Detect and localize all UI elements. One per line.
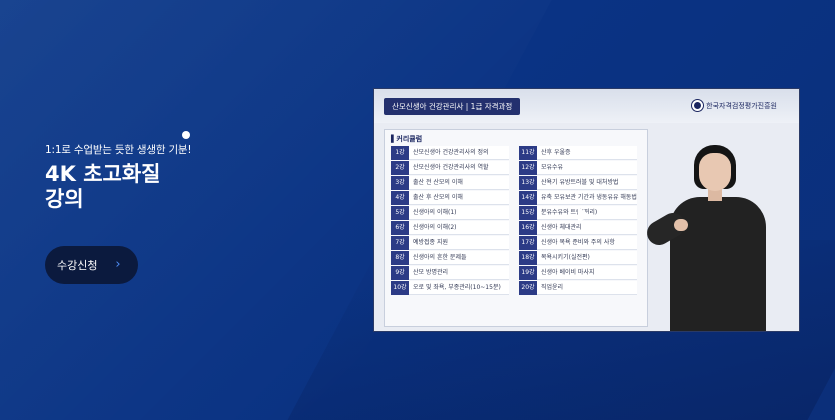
curriculum-row: 8강 신생아의 흔한 문제들 (391, 251, 509, 266)
lesson-title: 신생아 목욕 준비와 주의 사항 (537, 236, 637, 250)
lesson-title: 산모신생아 건강관리사의 역할 (409, 161, 509, 175)
lesson-title: 신생아 체대관리 (537, 221, 637, 235)
lesson-number: 10강 (391, 281, 409, 295)
organization-name: 한국자격검정평가진흥원 (706, 101, 777, 110)
hero-headline: 4K 초고화질 강의 (45, 162, 160, 212)
curriculum-row: 7강 예방접종 지원 (391, 236, 509, 251)
lesson-number: 5강 (391, 206, 409, 220)
lesson-number: 15강 (519, 206, 537, 220)
lecture-video[interactable]: 산모신생아 건강관리사 | 1급 자격과정 한국자격검정평가진흥원 ▌커리큘럼 … (373, 88, 800, 332)
lesson-title: 유축 모유보관 기간과 냉동유유 해동법 (537, 191, 637, 205)
curriculum-row: 6강 신생아의 이해(2) (391, 221, 509, 236)
lesson-number: 6강 (391, 221, 409, 235)
course-badge: 산모신생아 건강관리사 | 1급 자격과정 (384, 98, 521, 115)
lesson-number: 12강 (519, 161, 537, 175)
curriculum-row: 9강 산모 방명관리 (391, 266, 509, 281)
curriculum-row: 13강 산욕기 유방트러블 및 대처방법 (519, 176, 637, 191)
curriculum-row: 4강 출산 후 산모의 이해 (391, 191, 509, 206)
lesson-number: 11강 (519, 146, 537, 160)
hero-headline-line2: 강의 (45, 187, 84, 211)
curriculum-row: 19강 신생아 베이비 마사지 (519, 266, 637, 281)
lesson-title: 출산 전 산모의 이해 (409, 176, 509, 190)
hero-headline-line1: 4K 초고화질 (45, 162, 161, 186)
lesson-number: 9강 (391, 266, 409, 280)
lesson-title: 산모 방명관리 (409, 266, 509, 280)
decorative-dot (182, 131, 190, 139)
lesson-number: 1강 (391, 146, 409, 160)
curriculum-row: 10강 오로 및 좌욕, 부종관리(10~15분) (391, 281, 509, 296)
lesson-number: 20강 (519, 281, 537, 295)
curriculum-row: 12강 모유수유 (519, 161, 637, 176)
lesson-number: 13강 (519, 176, 537, 190)
play-icon[interactable] (578, 207, 590, 223)
lesson-title: 신생아의 이해(2) (409, 221, 509, 235)
curriculum-panel: ▌커리큘럼 1강 산모신생아 건강관리사의 정의 2강 산모신생아 건강관리사의 역할… (384, 129, 648, 327)
lesson-number: 7강 (391, 236, 409, 250)
lesson-title: 신생아의 흔한 문제들 (409, 251, 509, 265)
curriculum-row: 2강 산모신생아 건강관리사의 역할 (391, 161, 509, 176)
hero-subtitle: 1:1로 수업받는 듯한 생생한 기분! (45, 144, 192, 156)
lesson-number: 3강 (391, 176, 409, 190)
lesson-number: 4강 (391, 191, 409, 205)
organization-logo-icon (692, 100, 704, 111)
enroll-button[interactable]: 수강신청 › (45, 246, 138, 284)
presenter-image (642, 143, 792, 331)
lesson-title: 직업윤리 (537, 281, 637, 295)
curriculum-row: 16강 신생아 체대관리 (519, 221, 637, 236)
lesson-title: 출산 후 산모의 이해 (409, 191, 509, 205)
curriculum-row: 5강 신생아의 이해(1) (391, 206, 509, 221)
curriculum-row: 18강 목욕시키기(실전편) (519, 251, 637, 266)
lesson-number: 19강 (519, 266, 537, 280)
lesson-number: 14강 (519, 191, 537, 205)
lesson-number: 18강 (519, 251, 537, 265)
organization: 한국자격검정평가진흥원 (692, 100, 777, 111)
curriculum-row: 3강 출산 전 산모의 이해 (391, 176, 509, 191)
lesson-number: 17강 (519, 236, 537, 250)
lesson-title: 오로 및 좌욕, 부종관리(10~15분) (409, 281, 509, 295)
curriculum-row: 17강 신생아 목욕 준비와 주의 사항 (519, 236, 637, 251)
lesson-number: 2강 (391, 161, 409, 175)
curriculum-title: ▌커리큘럼 (391, 135, 423, 143)
lesson-number: 8강 (391, 251, 409, 265)
curriculum-column-left: 1강 산모신생아 건강관리사의 정의 2강 산모신생아 건강관리사의 역할 3강 출산 전… (391, 146, 509, 296)
lesson-title: 산모신생아 건강관리사의 정의 (409, 146, 509, 160)
curriculum-row: 14강 유축 모유보관 기간과 냉동유유 해동법 (519, 191, 637, 206)
lesson-title: 목욕시키기(실전편) (537, 251, 637, 265)
lesson-number: 16강 (519, 221, 537, 235)
lesson-title: 산후 우울증 (537, 146, 637, 160)
lesson-title: 모유수유 (537, 161, 637, 175)
lesson-title: 산욕기 유방트러블 및 대처방법 (537, 176, 637, 190)
curriculum-row: 11강 산후 우울증 (519, 146, 637, 161)
curriculum-row: 1강 산모신생아 건강관리사의 정의 (391, 146, 509, 161)
lesson-title: 예방접종 지원 (409, 236, 509, 250)
lesson-title: 신생아의 이해(1) (409, 206, 509, 220)
enroll-button-label: 수강신청 (57, 259, 98, 272)
curriculum-row: 20강 직업윤리 (519, 281, 637, 296)
lesson-title: 신생아 베이비 마사지 (537, 266, 637, 280)
chevron-right-icon: › (115, 257, 121, 272)
